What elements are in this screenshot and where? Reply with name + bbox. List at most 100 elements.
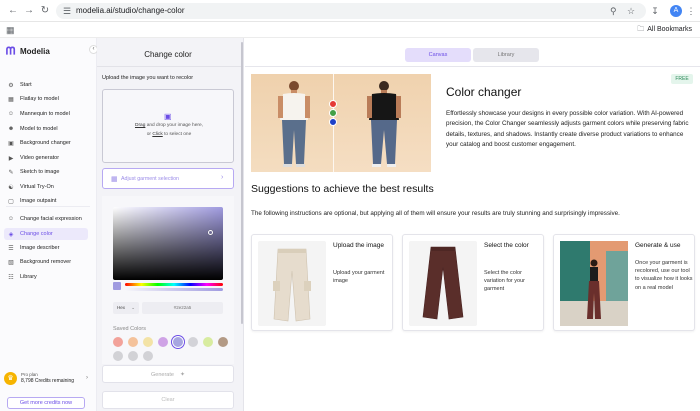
sketch-icon: ✎ [8,169,14,176]
card-description: Once your garment is recolored, use our … [635,260,693,291]
zoom-icon[interactable]: ⚲ [610,5,617,17]
sidebar-item-label: Flatlay to model [20,96,59,102]
browser-toolbar: ← → ↻ ☰ modelia.ai/studio/change-color ⚲… [0,0,700,22]
panel-scrollbar[interactable] [241,42,243,324]
saved-color-swatch[interactable] [128,351,138,361]
sidebar: Modelia ‹ ⚙ Start ▦ Flatlay to model ☺ Manneq… [0,38,98,411]
sidebar-item-label: Change facial expression [20,216,82,222]
sidebar-item-background-changer[interactable]: ▣ Background changer [4,137,88,149]
forward-icon[interactable]: → [22,4,36,18]
address-bar[interactable]: ☰ modelia.ai/studio/change-color ⚲ ☆ [56,3,646,19]
get-more-credits-button[interactable]: Get more credits now [7,397,85,409]
sidebar-item-start[interactable]: ⚙ Start [4,79,88,91]
folder-icon: 🗀 [637,26,645,33]
app-name: Modelia [20,46,50,56]
chevron-right-icon: › [86,375,88,381]
card-description: Upload your garment image [333,270,385,285]
apps-grid-icon[interactable]: ▦ [6,25,15,36]
clear-button[interactable]: Clear [102,391,234,409]
generate-label: Generate [151,372,174,378]
selected-color-preview [113,282,121,290]
beige-pants-image [258,241,326,326]
menu-icon[interactable]: ⋮ [684,4,698,18]
back-icon[interactable]: ← [6,4,20,18]
sidebar-item-image-describer[interactable]: ☰ Image describer [4,242,88,254]
saved-color-swatch[interactable] [173,337,183,347]
tab-library[interactable]: Library [473,48,539,62]
saved-color-swatch[interactable] [128,337,138,347]
sidebar-item-label: Background remover [20,259,72,265]
sidebar-item-flatlay-to-model[interactable]: ▦ Flatlay to model [4,93,88,105]
brown-pants-image [409,241,477,326]
feature-description: Effortlessly showcase your designs in ev… [446,110,689,149]
saved-color-swatch[interactable] [113,351,123,361]
modelia-logo[interactable]: Modelia [6,45,50,57]
sidebar-item-mannequin-to-model[interactable]: ☺ Mannequin to model [4,108,88,120]
sidebar-item-sketch-to-image[interactable]: ✎ Sketch to image [4,166,88,178]
card-title: Select the color [484,242,529,249]
main-content: Canvas Library FREE Color changer Effort… [245,38,700,411]
sidebar-item-change-color[interactable]: ◈ Change color [4,228,88,240]
sidebar-item-library[interactable]: ☷ Library [4,271,88,283]
site-info-icon[interactable]: ☰ [63,5,71,17]
card-title: Upload the image [333,242,384,249]
before-image [251,74,333,172]
sidebar-divider [6,206,90,207]
upload-label: Upload the image you want to recolor [102,75,194,81]
sidebar-item-background-remover[interactable]: ▧ Background remover [4,256,88,268]
palette-icon: ◈ [8,231,14,238]
sidebar-item-change-facial-expression[interactable]: ☺ Change facial expression [4,213,88,225]
adjust-label: Adjust garment selection [121,176,180,182]
saved-color-swatch[interactable] [143,337,153,347]
all-bookmarks-label: All Bookmarks [647,26,692,33]
brown-pants-illustration [422,246,464,320]
tab-canvas[interactable]: Canvas [405,48,471,62]
saved-color-swatch[interactable] [143,351,153,361]
hue-slider[interactable] [125,283,223,286]
dropzone-line-1: Drag and drop your image here, [103,123,235,128]
sidebar-item-label: Sketch to image [20,169,60,175]
saturation-value-area[interactable] [113,207,223,280]
model-scene-illustration [560,241,628,326]
saved-color-swatch[interactable] [188,337,198,347]
sidebar-item-label: Library [20,274,37,280]
saved-color-swatch[interactable] [113,337,123,347]
select-text: to select one [162,132,192,137]
saved-color-swatch[interactable] [218,337,228,347]
hex-input[interactable]: #2e22a5 [142,302,223,314]
saved-colors-label: Saved Colors [113,326,147,332]
plan-info[interactable]: ♛ Pro plan 8,798 Credits remaining › [4,371,90,387]
download-icon[interactable]: ↧ [648,4,662,18]
selection-icon: ▦ [111,176,118,183]
drag-text: Drag [134,123,146,128]
color-dot-red [329,100,337,108]
dropzone-line-2: or Click to select one [103,132,235,137]
saved-color-swatch[interactable] [158,337,168,347]
profile-avatar[interactable]: A [670,5,682,17]
color-dot-blue [329,118,337,126]
generate-button[interactable]: Generate ✦ [102,365,234,383]
adjust-garment-selection-button[interactable]: ▦ Adjust garment selection › [102,168,234,189]
face-icon: ☺ [7,216,15,222]
model-white-shirt-illustration [278,81,310,167]
before-after-image [251,74,431,172]
start-icon: ⚙ [8,82,14,89]
chevron-right-icon: › [221,174,224,181]
all-bookmarks[interactable]: 🗀 All Bookmarks [637,25,692,36]
saved-color-swatch[interactable] [203,337,213,347]
click-link[interactable]: Click [152,132,162,137]
credits-remaining: 8,798 Credits remaining [21,378,75,384]
color-picker-knob[interactable] [208,230,213,235]
alpha-slider[interactable] [125,288,223,291]
reload-icon[interactable]: ↻ [38,4,52,18]
color-format-select[interactable]: Hex ⌄ [113,302,139,314]
mannequin-icon: ☺ [7,111,15,117]
outpaint-icon: ▢ [8,198,14,205]
bookmark-bar: ▦ 🗀 All Bookmarks [0,22,700,38]
background-icon: ▣ [8,140,14,147]
sidebar-item-model-to-model[interactable]: ☻ Model to model [4,123,88,135]
image-dropzone[interactable]: ▣ Drag and drop your image here, or Clic… [102,89,234,163]
bookmark-star-icon[interactable]: ☆ [627,5,635,17]
sidebar-item-virtual-try-on[interactable]: ☯ Virtual Try-On [4,181,88,193]
sidebar-item-video-generator[interactable]: ▶ Video generator [4,152,88,164]
